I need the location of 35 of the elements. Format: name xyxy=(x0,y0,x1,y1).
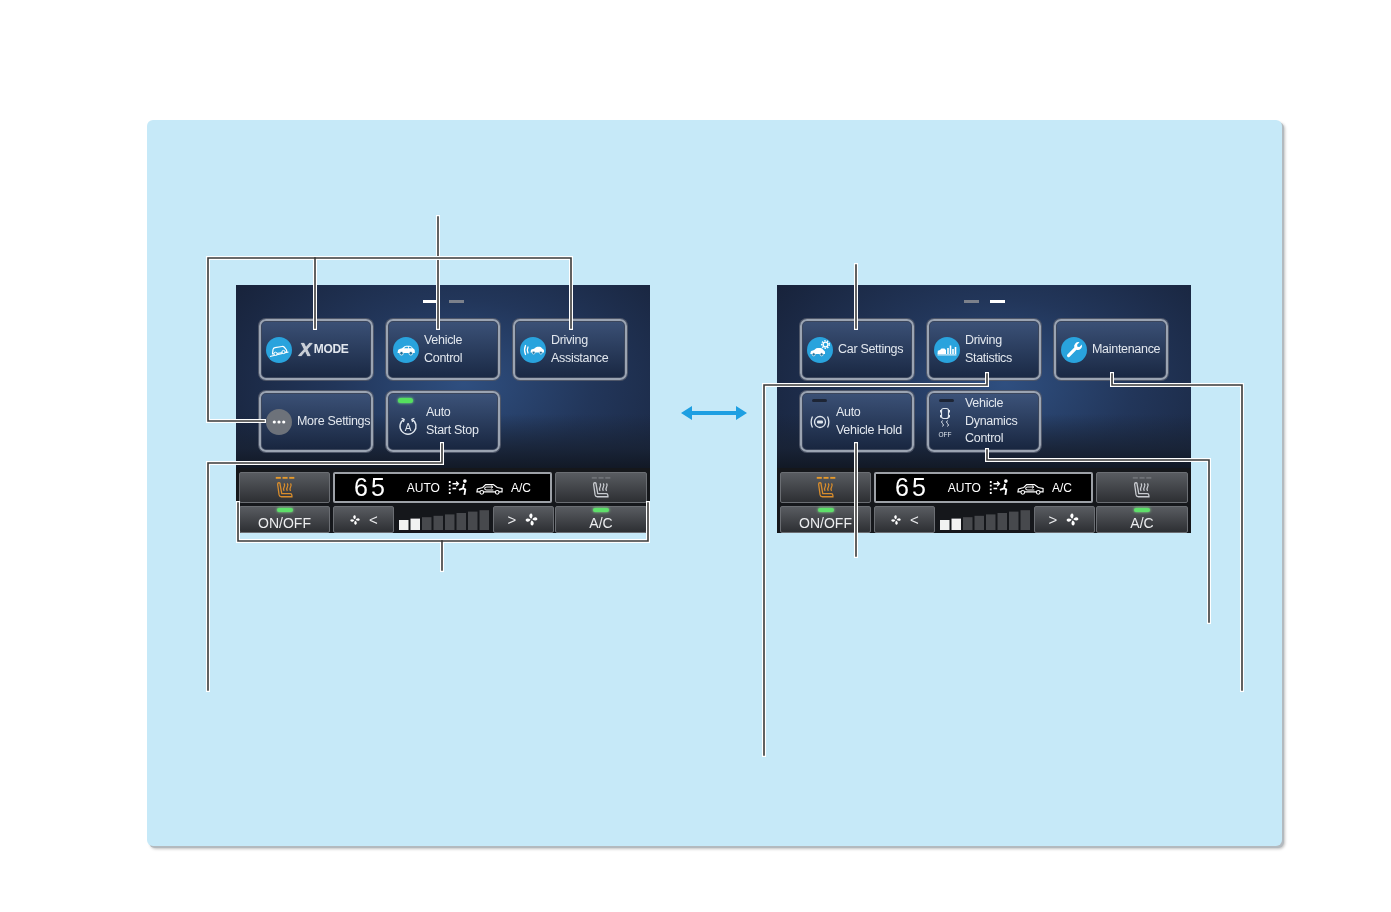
car-icon xyxy=(393,336,419,363)
more-icon xyxy=(266,408,292,435)
suv-on-slope-icon xyxy=(266,336,292,363)
power-button[interactable]: ON/OFF xyxy=(239,506,330,533)
ac-status-label: A/C xyxy=(510,480,531,495)
menu-tile[interactable]: XMODE xyxy=(259,319,373,380)
fan-increase-button[interactable]: > xyxy=(1034,506,1095,533)
menu-tile[interactable]: Driving Assistance xyxy=(513,319,627,380)
seat-heater-button[interactable] xyxy=(1096,472,1188,503)
seat-heater-button[interactable] xyxy=(555,472,647,503)
menu-tile[interactable]: A Auto Start Stop xyxy=(386,391,500,452)
temperature-reading: 65 xyxy=(895,473,929,502)
wrench-icon xyxy=(1061,336,1087,363)
menu-tile[interactable]: More Settings xyxy=(259,391,373,452)
climate-mode-label: AUTO xyxy=(947,480,981,495)
car-with-waves-icon xyxy=(520,336,546,363)
menu-tile[interactable]: Auto Vehicle Hold xyxy=(800,391,914,452)
menu-tile[interactable]: Driving Statistics xyxy=(927,319,1041,380)
fan-decrease-button[interactable]: < xyxy=(333,506,394,533)
ac-button[interactable]: A/C xyxy=(1096,506,1188,533)
seat-heater-button[interactable] xyxy=(780,472,871,503)
climate-mode-label: AUTO xyxy=(406,480,440,495)
menu-tile[interactable]: Car Settings xyxy=(800,319,914,380)
fan-icon xyxy=(1065,512,1081,527)
ac-status-label: A/C xyxy=(1051,480,1072,495)
airflow-icon xyxy=(987,478,1010,497)
menu-tile[interactable]: Vehicle Control xyxy=(386,319,500,380)
temperature-reading: 65 xyxy=(354,473,388,502)
car-gear-icon xyxy=(807,336,833,363)
menu-tile[interactable]: Maintenance xyxy=(1054,319,1168,380)
callout-line xyxy=(854,263,858,330)
car-bar-chart-icon xyxy=(934,336,960,363)
double-arrow-icon xyxy=(680,405,747,421)
fan-icon xyxy=(349,513,362,526)
airflow-icon xyxy=(446,478,469,497)
